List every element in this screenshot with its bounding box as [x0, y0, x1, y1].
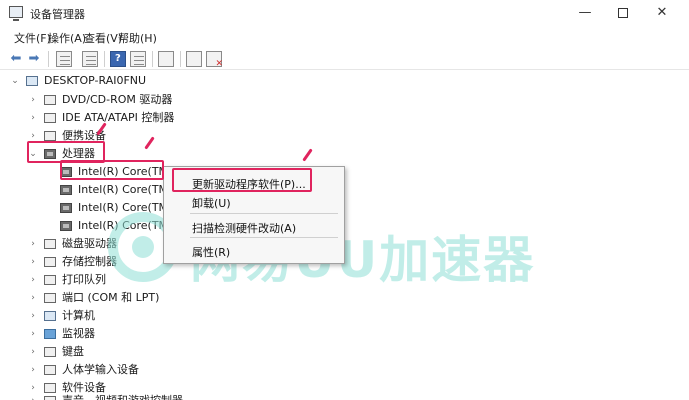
highlight-box-update-driver [172, 168, 312, 192]
tree-node-label: 声音、视频和游戏控制器 [62, 392, 183, 400]
menu-action[interactable]: 操作(A) [48, 30, 86, 46]
dvd-icon [44, 95, 56, 105]
maximize-button[interactable] [603, 0, 643, 26]
toolbar-separator [180, 51, 181, 67]
menu-file[interactable]: 文件(F) [14, 30, 51, 46]
tree-node-label: 打印队列 [62, 273, 106, 286]
view-icon[interactable] [130, 51, 146, 67]
menu-view[interactable]: 查看(V) [84, 30, 122, 46]
maximize-icon [618, 7, 628, 18]
window-title: 设备管理器 [30, 8, 85, 21]
port-icon [44, 293, 56, 303]
tree-node-label: 监视器 [62, 327, 95, 340]
chevron-right-icon[interactable]: › [28, 343, 38, 361]
chevron-right-icon[interactable]: › [28, 91, 38, 109]
toolbar-separator [104, 51, 105, 67]
portable-device-icon [44, 131, 56, 141]
processor-icon [60, 185, 72, 195]
chevron-right-icon[interactable]: › [28, 109, 38, 127]
computer-icon [26, 76, 38, 86]
device-manager-window: 设备管理器 — ✕ 文件(F) 操作(A) 查看(V) 帮助(H) ⬅ ➡ ⌄ … [0, 0, 689, 400]
properties-icon[interactable] [82, 51, 98, 67]
tree-node-computer[interactable]: › 计算机 [28, 307, 228, 325]
processor-icon [60, 221, 72, 231]
toolbar: ⬅ ➡ [0, 48, 689, 70]
chevron-right-icon[interactable]: › [28, 361, 38, 379]
title-bar: 设备管理器 — ✕ [0, 0, 689, 26]
menu-bar: 文件(F) 操作(A) 查看(V) 帮助(H) [0, 28, 689, 46]
computer-icon [44, 311, 56, 321]
context-separator [190, 237, 338, 238]
tree-node-label: 键盘 [62, 345, 84, 358]
chevron-right-icon[interactable]: › [28, 235, 38, 253]
processor-child[interactable]: Intel(R) Core(TM [60, 181, 170, 199]
show-hide-console-tree-icon[interactable] [56, 51, 72, 67]
forward-arrow-icon[interactable]: ➡ [26, 51, 42, 67]
tree-node-label: 计算机 [62, 309, 95, 322]
chevron-right-icon[interactable]: › [28, 307, 38, 325]
context-separator [190, 213, 338, 214]
tree-node-monitor[interactable]: › 监视器 [28, 325, 228, 343]
chevron-right-icon[interactable]: › [28, 271, 38, 289]
chevron-right-icon[interactable]: › [28, 325, 38, 343]
chevron-down-icon[interactable]: ⌄ [10, 72, 20, 90]
tree-root[interactable]: ⌄ DESKTOP-RAI0FNU [10, 72, 210, 90]
tree-node-keyboard[interactable]: › 键盘 [28, 343, 228, 361]
context-properties[interactable]: 属性(R) [192, 244, 230, 260]
chevron-right-icon[interactable]: › [28, 289, 38, 307]
tree-root-label: DESKTOP-RAI0FNU [44, 74, 147, 87]
sound-icon [44, 396, 56, 400]
minimize-button[interactable]: — [565, 0, 605, 26]
tree-node-label: DVD/CD-ROM 驱动器 [62, 93, 173, 106]
processor-child-label: Intel(R) Core(TM [78, 183, 169, 196]
help-icon[interactable] [110, 51, 126, 67]
tree-node-dvd[interactable]: › DVD/CD-ROM 驱动器 [28, 91, 228, 109]
chevron-right-icon[interactable]: › [28, 253, 38, 271]
menu-help[interactable]: 帮助(H) [118, 30, 157, 46]
context-scan-hardware[interactable]: 扫描检测硬件改动(A) [192, 220, 296, 236]
printer-icon [44, 275, 56, 285]
ide-icon [44, 113, 56, 123]
monitor-icon [44, 329, 56, 339]
context-uninstall[interactable]: 卸载(U) [192, 195, 231, 211]
tree-node-sound[interactable]: › 声音、视频和游戏控制器 [28, 392, 248, 400]
close-button[interactable]: ✕ [642, 0, 682, 26]
storage-icon [44, 257, 56, 267]
keyboard-icon [44, 347, 56, 357]
hid-icon [44, 365, 56, 375]
processor-icon [60, 203, 72, 213]
disk-icon [44, 239, 56, 249]
back-arrow-icon[interactable]: ⬅ [8, 51, 24, 67]
tree-node-ide[interactable]: › IDE ATA/ATAPI 控制器 [28, 109, 248, 127]
uninstall-device-icon[interactable] [206, 51, 223, 69]
toolbar-separator [152, 51, 153, 67]
update-driver-icon[interactable] [186, 51, 202, 67]
highlight-box-processor-child [60, 160, 164, 180]
scan-hardware-icon[interactable] [158, 51, 174, 67]
tree-node-label: IDE ATA/ATAPI 控制器 [62, 111, 175, 124]
toolbar-separator [48, 51, 49, 67]
tree-node-label: 人体学输入设备 [62, 363, 139, 376]
chevron-right-icon[interactable]: › [28, 392, 38, 400]
device-manager-icon [9, 6, 23, 21]
tree-node-label: 端口 (COM 和 LPT) [62, 291, 160, 304]
tree-node-hid[interactable]: › 人体学输入设备 [28, 361, 228, 379]
